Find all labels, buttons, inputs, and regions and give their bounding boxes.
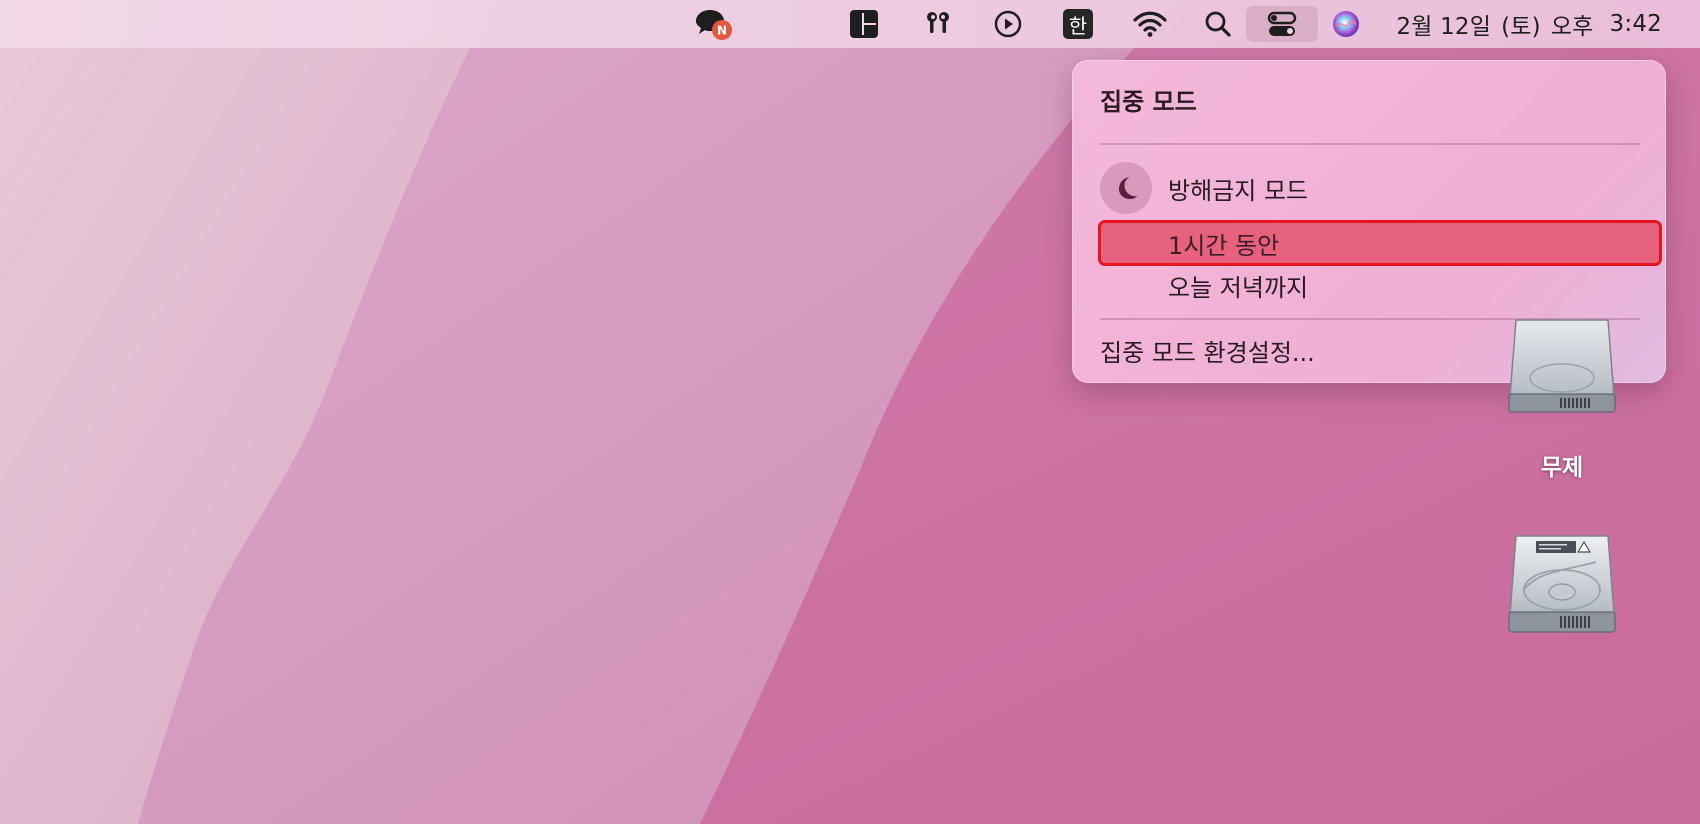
search-icon bbox=[1205, 11, 1231, 37]
focus-menu-title: 집중 모드 bbox=[1100, 88, 1197, 116]
play-circle-icon bbox=[994, 10, 1022, 38]
moon-icon-button[interactable] bbox=[1100, 162, 1152, 214]
airpods-icon bbox=[927, 12, 949, 33]
control-center-status-item[interactable] bbox=[1246, 6, 1318, 42]
clock-date: 2월 12일 bbox=[1396, 14, 1492, 40]
do-not-disturb-toggle[interactable]: 방해금지 모드 bbox=[1100, 162, 1640, 214]
focus-option-until-evening[interactable]: 오늘 저녁까지 bbox=[1100, 264, 1660, 306]
focus-option-one-hour[interactable]: 1시간 동안 bbox=[1098, 220, 1662, 266]
desktop-disk-label: 무제 bbox=[1540, 455, 1584, 481]
focus-option-label: 오늘 저녁까지 bbox=[1168, 273, 1309, 302]
clock-weekday: (토) bbox=[1501, 14, 1541, 40]
do-not-disturb-label: 방해금지 모드 bbox=[1168, 176, 1309, 205]
focus-preferences-menu-item[interactable]: 집중 모드 환경설정... bbox=[1100, 333, 1315, 368]
hard-disk-icon bbox=[1508, 535, 1616, 633]
media-status-item[interactable] bbox=[988, 6, 1028, 42]
siri-icon bbox=[1333, 11, 1359, 37]
airpods-status-item[interactable] bbox=[918, 6, 958, 42]
clock-time: 3:42 bbox=[1609, 11, 1662, 37]
wifi-icon bbox=[1133, 11, 1167, 37]
input-source-status-item[interactable]: 한 bbox=[1058, 6, 1098, 42]
desktop-disk-untitled[interactable] bbox=[1506, 306, 1618, 424]
messenger-status-item[interactable]: N bbox=[690, 6, 736, 42]
clock-ampm: 오후 bbox=[1550, 14, 1594, 40]
menu-bar: N 한 2월 12일 (토) 오후 3:42 bbox=[0, 0, 1700, 48]
messenger-badge-text: N bbox=[717, 24, 727, 38]
moon-icon bbox=[1119, 177, 1138, 199]
spotlight-status-item[interactable] bbox=[1198, 6, 1238, 42]
window-layout-icon bbox=[850, 10, 878, 38]
hangul-input-icon: 한 bbox=[1063, 9, 1093, 39]
desktop-disk-2[interactable] bbox=[1506, 532, 1618, 650]
chat-bubble-icon: N bbox=[696, 10, 732, 40]
wifi-status-item[interactable] bbox=[1128, 6, 1172, 42]
hard-disk-icon bbox=[1508, 319, 1616, 413]
focus-option-label: 1시간 동안 bbox=[1168, 231, 1280, 260]
layout-status-item[interactable] bbox=[846, 6, 882, 42]
control-center-icon bbox=[1267, 11, 1297, 36]
menu-divider bbox=[1100, 143, 1640, 145]
siri-status-item[interactable] bbox=[1326, 6, 1366, 42]
menu-bar-clock[interactable]: 2월 12일 (토) 오후 3:42 bbox=[1396, 0, 1662, 48]
